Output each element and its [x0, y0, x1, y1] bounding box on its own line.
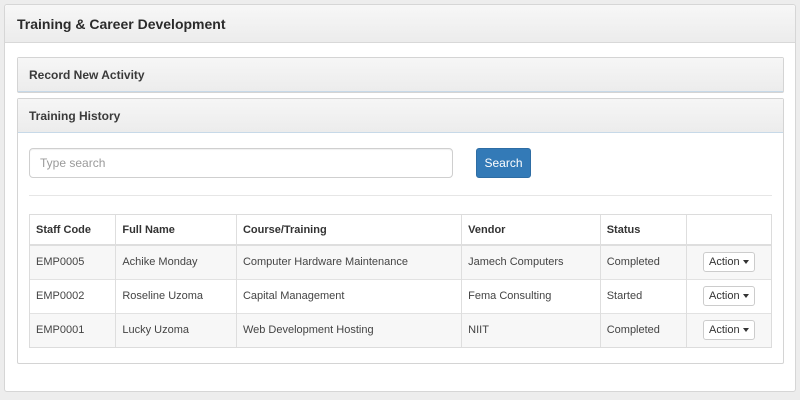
cell-action: Action	[686, 278, 771, 313]
cell-vendor: Fema Consulting	[461, 278, 601, 313]
column-header-vendor[interactable]: Vendor	[461, 215, 601, 246]
page-title: Training & Career Development	[17, 15, 226, 32]
caret-down-icon	[742, 260, 749, 265]
training-history-header[interactable]: Training History	[18, 99, 783, 133]
action-dropdown-button[interactable]: Action	[703, 252, 755, 273]
training-history-panel: Training History Search Staff Code Full …	[17, 98, 784, 364]
action-label: Action	[709, 290, 740, 302]
search-input[interactable]	[29, 148, 453, 178]
cell-vendor: NIIT	[461, 312, 601, 347]
search-button[interactable]: Search	[476, 148, 531, 178]
table-row: EMP0002 Roseline Uzoma Capital Managemen…	[30, 278, 771, 313]
cell-course: Web Development Hosting	[236, 312, 463, 347]
cell-course: Computer Hardware Maintenance	[236, 244, 463, 279]
cell-status: Started	[600, 278, 687, 313]
cell-vendor: Jamech Computers	[461, 244, 601, 279]
cell-status: Completed	[600, 312, 687, 347]
cell-full-name: Lucky Uzoma	[115, 312, 237, 347]
table-row: EMP0001 Lucky Uzoma Web Development Host…	[30, 312, 771, 347]
cell-full-name: Achike Monday	[115, 244, 237, 279]
cell-staff-code: EMP0001	[30, 312, 117, 347]
column-header-action	[686, 215, 771, 246]
table-header-row: Staff Code Full Name Course/Training Ven…	[30, 215, 771, 246]
caret-down-icon	[742, 294, 749, 298]
caret-down-icon	[742, 328, 749, 333]
divider	[29, 195, 772, 196]
cell-full-name: Roseline Uzoma	[115, 278, 237, 313]
action-dropdown-button[interactable]: Action	[703, 286, 755, 306]
cell-action: Action	[686, 312, 771, 347]
cell-staff-code: EMP0002	[30, 278, 117, 313]
column-header-staff-code[interactable]: Staff Code	[30, 215, 117, 246]
action-dropdown-button[interactable]: Action	[703, 320, 755, 341]
training-career-panel: Training & Career Development Record New…	[4, 4, 796, 392]
search-row: Search	[29, 148, 531, 178]
record-activity-header[interactable]: Record New Activity	[18, 58, 783, 92]
cell-staff-code: EMP0005	[30, 244, 117, 279]
record-activity-panel: Record New Activity	[17, 57, 784, 93]
cell-status: Completed	[600, 244, 687, 279]
cell-action: Action	[686, 244, 771, 279]
column-header-status[interactable]: Status	[600, 215, 687, 246]
cell-course: Capital Management	[236, 278, 463, 313]
action-label: Action	[709, 324, 740, 337]
table-row: EMP0005 Achike Monday Computer Hardware …	[30, 244, 771, 279]
column-header-full-name[interactable]: Full Name	[115, 215, 237, 246]
action-label: Action	[709, 256, 740, 269]
panel-header: Training & Career Development	[5, 5, 795, 43]
column-header-course[interactable]: Course/Training	[236, 215, 463, 246]
training-history-table: Staff Code Full Name Course/Training Ven…	[29, 214, 772, 348]
